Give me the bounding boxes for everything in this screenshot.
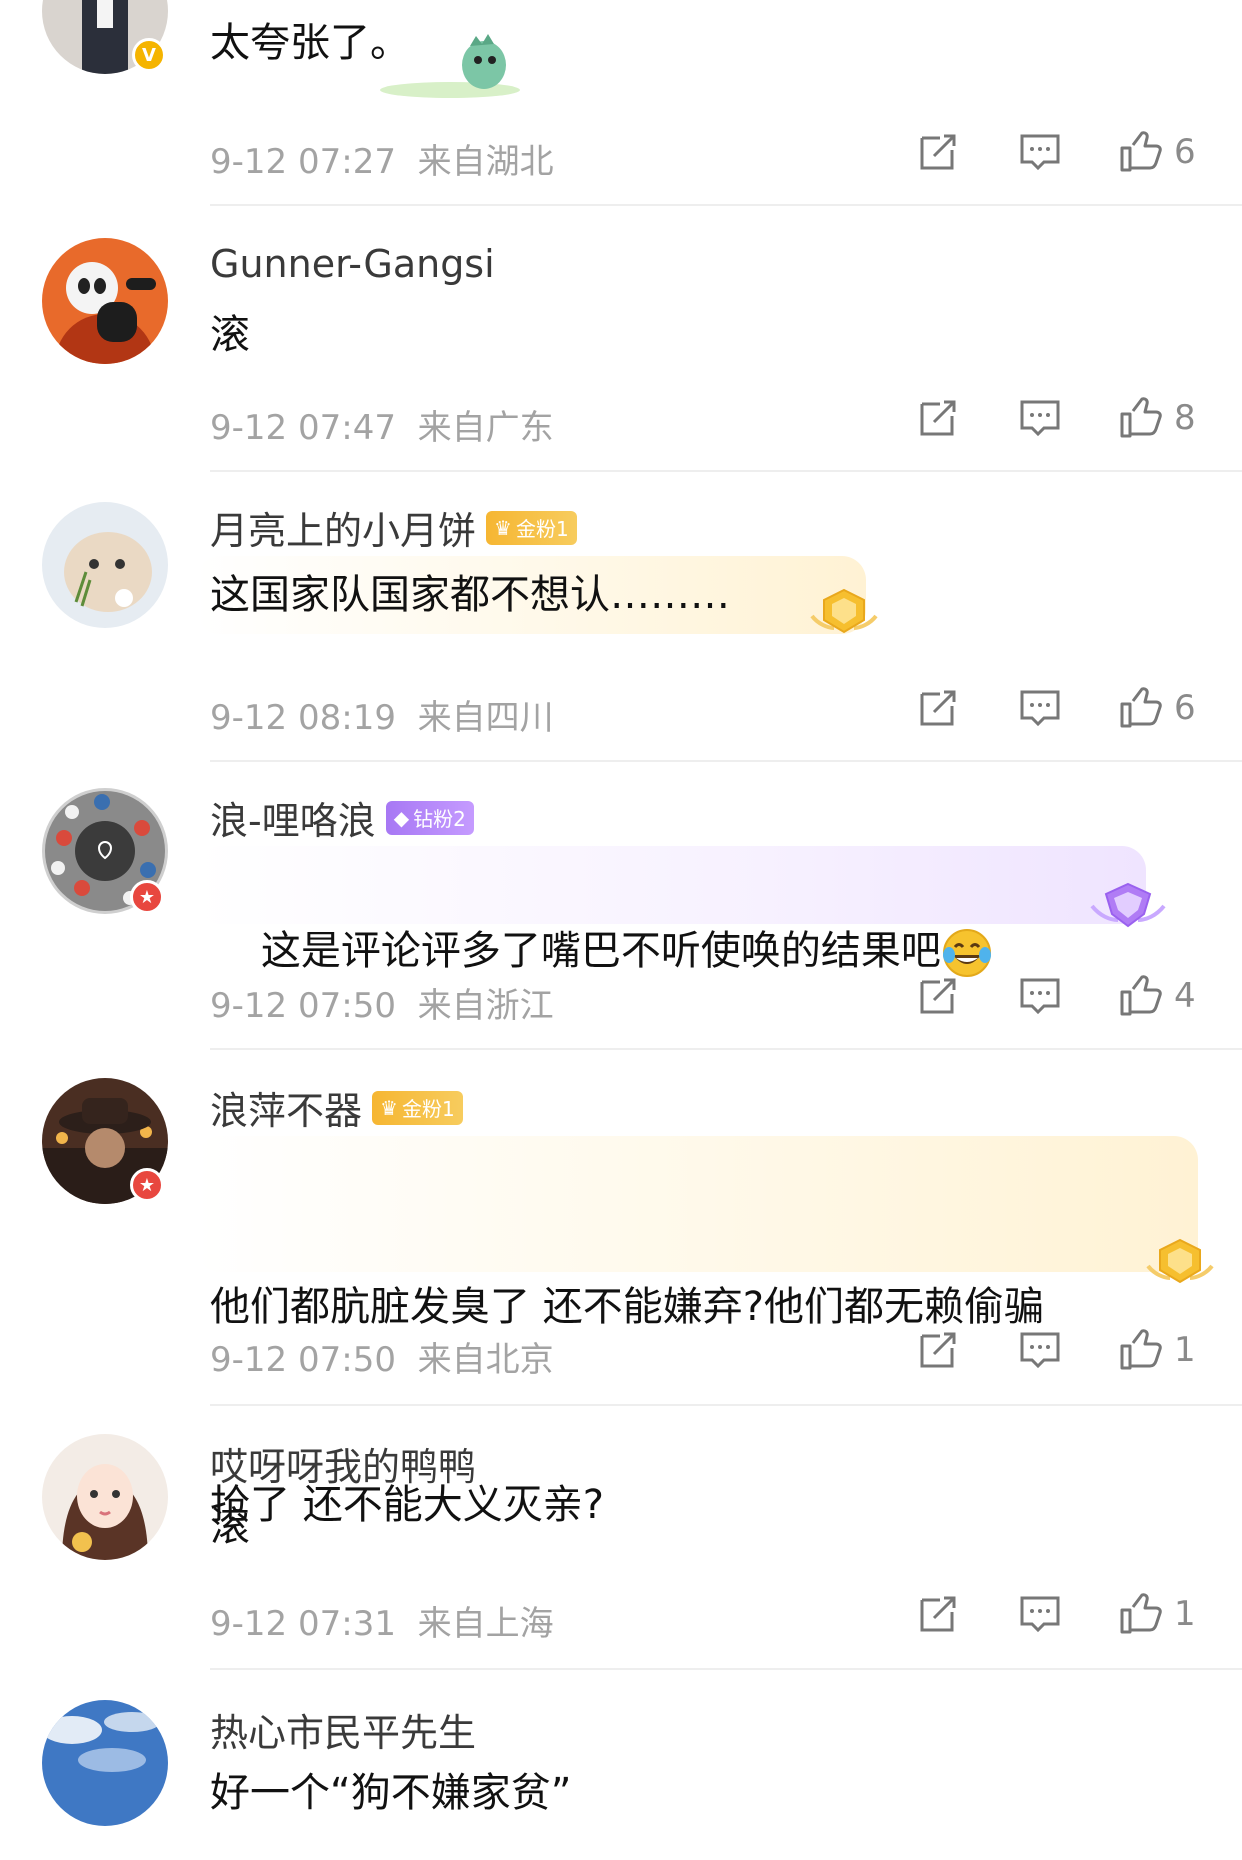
avatar[interactable] [42, 238, 168, 364]
username[interactable]: 热心市民平先生 [210, 1702, 476, 1757]
comment-icon[interactable] [1018, 686, 1062, 730]
fan-badge-label: 钻粉2 [413, 807, 466, 831]
gold-gem-badge-icon [810, 588, 878, 634]
comment-item: 哎呀呀我的鸭鸭 滚 9-12 07:31 来自上海 1 [0, 1406, 1242, 1670]
comment-time: 9-12 07:47 [210, 408, 396, 448]
comment-item: ★ 浪-哩咯浪 ◆ 钻粉2 这是评论评多了嘴巴不听使唤的结果吧 9-12 07:5… [0, 762, 1242, 1050]
username[interactable]: 月亮上的小月饼 ♛ 金粉1 [210, 500, 577, 555]
purple-diamond-badge-icon [1090, 882, 1166, 928]
share-icon[interactable] [916, 974, 960, 1018]
avatar[interactable] [42, 1434, 168, 1560]
comment-time: 9-12 07:27 [210, 142, 396, 182]
thumbs-up-icon[interactable] [1118, 974, 1162, 1018]
username[interactable]: 哎呀呀我的鸭鸭 [210, 1436, 476, 1491]
thumbs-up-icon[interactable] [1118, 1592, 1162, 1636]
fan-badge[interactable]: ♛ 金粉1 [486, 510, 577, 545]
comment-time: 9-12 07:31 [210, 1604, 396, 1644]
comment-icon[interactable] [1018, 1328, 1062, 1372]
gold-gem-badge-icon [1146, 1238, 1214, 1284]
comment-actions: 6 [916, 130, 1200, 174]
username-text[interactable]: Gunner-Gangsi [210, 242, 495, 286]
avatar[interactable] [42, 502, 168, 628]
star-badge-icon: ★ [130, 880, 164, 914]
comment-item: 热心市民平先生 好一个“狗不嫌家贫” [0, 1670, 1242, 1860]
like-count: 1 [1174, 1330, 1196, 1370]
comment-meta: 9-12 07:27 来自湖北 [210, 134, 554, 183]
fan-badge[interactable]: ◆ 钻粉2 [385, 800, 474, 835]
comment-time: 9-12 07:50 [210, 1340, 396, 1380]
username-text[interactable]: 月亮上的小月饼 [210, 500, 476, 555]
comment-item: V 太夸张了。 9-12 07:27 来自湖北 6 [0, 0, 1242, 206]
comment-text: 好一个“狗不嫌家贫” [210, 1770, 572, 1816]
comment-text: 这国家队国家都不想认……… [210, 572, 730, 618]
comment-location: 来自四川 [417, 698, 554, 738]
share-icon[interactable] [916, 1592, 960, 1636]
comment-meta: 9-12 07:47 来自广东 [210, 400, 554, 449]
share-icon[interactable] [916, 1328, 960, 1372]
comment-meta: 9-12 07:31 来自上海 [210, 1596, 554, 1645]
fan-badge[interactable]: ♛ 金粉1 [372, 1090, 463, 1125]
username[interactable]: 浪萍不器 ♛ 金粉1 [210, 1080, 463, 1135]
share-icon[interactable] [916, 130, 960, 174]
like-count: 6 [1174, 132, 1196, 172]
username-text[interactable]: 浪-哩咯浪 [210, 790, 376, 845]
comment-text-body: 这是评论评多了嘴巴不听使唤的结果吧 [260, 928, 941, 974]
comment-icon[interactable] [1018, 130, 1062, 174]
verified-badge-icon: V [132, 38, 166, 72]
comment-actions: 4 [916, 974, 1200, 1018]
comment-item: 月亮上的小月饼 ♛ 金粉1 这国家队国家都不想认……… 9-12 08:19 来自… [0, 472, 1242, 762]
comment-item: ★ 浪萍不器 ♛ 金粉1 他们都肮脏发臭了 还不能嫌弃?他们都无赖偷骗 抢了 还不… [0, 1050, 1242, 1528]
username[interactable]: Gunner-Gangsi [210, 242, 495, 286]
comment-meta: 9-12 07:50 来自浙江 [210, 978, 554, 1027]
comment-actions: 8 [916, 396, 1200, 440]
like-count: 6 [1174, 688, 1196, 728]
fan-badge-label: 金粉1 [515, 517, 569, 541]
avatar[interactable] [42, 1700, 168, 1826]
username-text[interactable]: 浪萍不器 [210, 1080, 362, 1135]
comment-text: 滚 [210, 312, 250, 358]
star-badge-icon: ★ [130, 1168, 164, 1202]
comment-time: 9-12 08:19 [210, 698, 396, 738]
like-count: 4 [1174, 976, 1196, 1016]
comment-actions: 1 [916, 1592, 1200, 1636]
comment-meta: 9-12 08:19 来自四川 [210, 690, 554, 739]
fan-badge-label: 金粉1 [401, 1097, 455, 1121]
comment-text: 滚 [210, 1504, 250, 1550]
crown-icon: ♛ [494, 515, 512, 540]
comment-icon[interactable] [1018, 974, 1062, 1018]
username[interactable]: 浪-哩咯浪 ◆ 钻粉2 [210, 790, 474, 845]
crown-icon: ♛ [380, 1095, 398, 1120]
comment-location: 来自北京 [417, 1340, 554, 1380]
thumbs-up-icon[interactable] [1118, 1328, 1162, 1372]
thumbs-up-icon[interactable] [1118, 686, 1162, 730]
comment-location: 来自广东 [417, 408, 554, 448]
username-text[interactable]: 热心市民平先生 [210, 1702, 476, 1757]
share-icon[interactable] [916, 396, 960, 440]
comment-location: 来自上海 [417, 1604, 554, 1644]
comment-icon[interactable] [1018, 1592, 1062, 1636]
comment-item: Gunner-Gangsi 滚 9-12 07:47 来自广东 8 [0, 206, 1242, 472]
diamond-icon: ◆ [393, 805, 410, 830]
laughing-tears-emoji [942, 929, 991, 977]
comment-icon[interactable] [1018, 396, 1062, 440]
comment-time: 9-12 07:50 [210, 986, 396, 1026]
comment-actions: 6 [916, 686, 1200, 730]
username-text[interactable]: 哎呀呀我的鸭鸭 [210, 1436, 476, 1491]
thumbs-up-icon[interactable] [1118, 396, 1162, 440]
comment-location: 来自湖北 [417, 142, 554, 182]
share-icon[interactable] [916, 686, 960, 730]
comment-actions: 1 [916, 1328, 1200, 1372]
comment-location: 来自浙江 [417, 986, 554, 1026]
thumbs-up-icon[interactable] [1118, 130, 1162, 174]
like-count: 8 [1174, 398, 1196, 438]
comment-meta: 9-12 07:50 来自北京 [210, 1332, 554, 1381]
dinosaur-sticker-icon [380, 34, 520, 98]
like-count: 1 [1174, 1594, 1196, 1634]
